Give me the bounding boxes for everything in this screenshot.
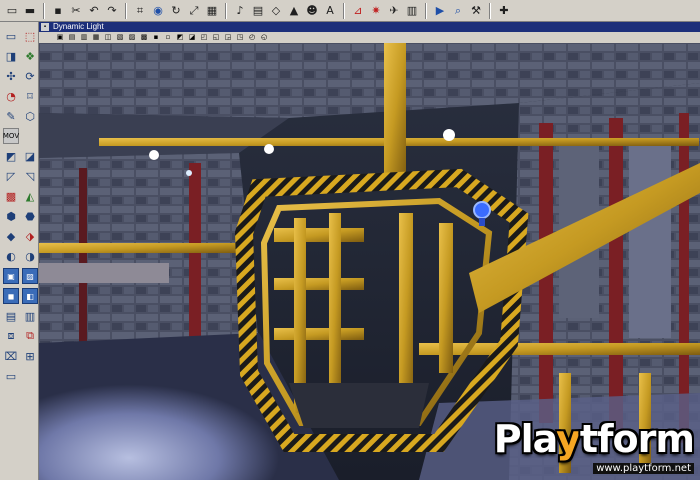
watermark-logo: Playtform (493, 417, 695, 461)
viewport-option-icon-8[interactable]: ▩ (139, 33, 149, 42)
viewport-option-icon-11[interactable]: ◩ (175, 33, 185, 42)
viewport-option-icon-15[interactable]: ◲ (223, 33, 233, 42)
text-icon[interactable]: A (322, 3, 338, 19)
play-level-icon[interactable]: ▶ (432, 3, 448, 19)
texture-pan-icon[interactable]: ❖ (22, 48, 38, 64)
search-icon[interactable]: ⌕ (450, 3, 466, 19)
show-selected-icon[interactable]: ▤ (3, 308, 19, 324)
tool-sidebar: ▭ ⬚ ◨ ❖ ✣ ⟳ ◔ ⌑ ✎ ⬡ MOV ◩ ◪ ◸ ◹ ▩ ◭ ⬢ ⬣ ◆ ⬗ ◐ ◑ ▣ ▨ ◼ ◧ ▤ ▥ ⧈ ⧉ ⌧ ⊞ ▭ (0, 22, 39, 480)
toolbar-separator (489, 2, 491, 19)
new-icon[interactable]: ▭ (4, 3, 20, 19)
sheet-builder-icon[interactable]: ◸ (3, 168, 19, 184)
add-mover-icon[interactable]: ▨ (22, 268, 38, 284)
scale-icon[interactable]: ⤢ (186, 3, 202, 19)
spacer-icon (22, 128, 38, 144)
cone-builder-icon[interactable]: ▩ (3, 188, 19, 204)
stair-builder-icon[interactable]: ◪ (22, 148, 38, 164)
select-icon[interactable]: ▦ (204, 3, 220, 19)
toolbar-separator (343, 2, 345, 19)
terrain-icon[interactable]: ▲ (286, 3, 302, 19)
actor-icon[interactable]: ☻ (304, 3, 320, 19)
matinee-icon[interactable]: ⌑ (22, 88, 38, 104)
vertex-edit-icon[interactable]: ◨ (3, 48, 19, 64)
add-static-mesh-icon[interactable]: ◼ (3, 288, 19, 304)
mesh-icon[interactable]: ◇ (268, 3, 284, 19)
viewport-window-icon: ▪ (41, 23, 49, 31)
subtract-brush-icon[interactable]: ⬗ (22, 228, 38, 244)
viewport-option-icon-4[interactable]: ▦ (91, 33, 101, 42)
build-all-icon[interactable]: ▥ (404, 3, 420, 19)
cylinder-builder-icon[interactable]: ◹ (22, 168, 38, 184)
add-brush-icon[interactable]: ◆ (3, 228, 19, 244)
snap-icon[interactable]: ▭ (3, 368, 19, 384)
save-icon[interactable]: ▪ (50, 3, 66, 19)
viewport-option-icon-16[interactable]: ◳ (235, 33, 245, 42)
viewport-option-icon-14[interactable]: ◱ (211, 33, 221, 42)
viewport-option-icon-1[interactable]: ▣ (55, 33, 65, 42)
main-toolbar: ▭ ▬ ▪ ✂ ↶ ↷ ⌗ ◉ ↻ ⤢ ▦ ♪ ▤ ◇ ▲ ☻ A ⊿ ✷ ✈ ▥ ▶ ⌕ ⚒ ✚ (0, 0, 700, 22)
viewport-title: Dynamic Light (53, 22, 104, 31)
build-geometry-icon[interactable]: ⊿ (350, 3, 366, 19)
viewport-option-icon-5[interactable]: ◫ (103, 33, 113, 42)
cut-icon[interactable]: ✂ (68, 3, 84, 19)
intersect-icon[interactable]: ◐ (3, 248, 19, 264)
move-camera-icon[interactable]: ⬚ (22, 28, 38, 44)
viewport-toolbar: ▣ ▤ ▥ ▦ ◫ ▧ ▨ ▩ ▪ ▫ ◩ ◪ ◰ ◱ ◲ ◳ ◴ ◵ (39, 32, 700, 43)
scene-render (39, 43, 700, 480)
viewport-option-icon-12[interactable]: ◪ (187, 33, 197, 42)
viewport-option-icon-9[interactable]: ▪ (151, 33, 161, 42)
viewport-option-icon-3[interactable]: ▥ (79, 33, 89, 42)
curved-stair-icon[interactable]: ⬢ (3, 208, 19, 224)
undo-icon[interactable]: ↶ (86, 3, 102, 19)
viewport-option-icon-10[interactable]: ▫ (163, 33, 173, 42)
tools-icon[interactable]: ⚒ (468, 3, 484, 19)
viewport-option-icon-6[interactable]: ▧ (115, 33, 125, 42)
volumetric-icon[interactable]: ⬣ (22, 208, 38, 224)
build-lighting-icon[interactable]: ✷ (368, 3, 384, 19)
cube-builder-icon[interactable]: ◩ (3, 148, 19, 164)
build-paths-icon[interactable]: ✈ (386, 3, 402, 19)
redo-icon[interactable]: ↷ (104, 3, 120, 19)
paint-icon[interactable]: ✎ (3, 108, 19, 124)
zoom-icon[interactable]: ⊞ (22, 348, 38, 364)
texture-icon[interactable]: ▤ (250, 3, 266, 19)
mover-icon[interactable]: MOV (3, 128, 19, 144)
viewport-option-icon-2[interactable]: ▤ (67, 33, 77, 42)
viewport-option-icon-13[interactable]: ◰ (199, 33, 209, 42)
music-icon[interactable]: ♪ (232, 3, 248, 19)
tool-grid: ▭ ⬚ ◨ ❖ ✣ ⟳ ◔ ⌑ ✎ ⬡ MOV ◩ ◪ ◸ ◹ ▩ ◭ ⬢ ⬣ ◆ ⬗ ◐ ◑ ▣ ▨ ◼ ◧ ▤ ▥ ⧈ ⧉ ⌧ ⊞ ▭ (0, 22, 38, 384)
grid-icon[interactable]: ⌗ (132, 3, 148, 19)
toolbar-separator (425, 2, 427, 19)
viewport-window[interactable]: ▪ Dynamic Light ▣ ▤ ▥ ▦ ◫ ▧ ▨ ▩ ▪ ▫ ◩ ◪ ◰ ◱ ◲ ◳ ◴ ◵ (39, 22, 700, 480)
polygon-icon[interactable]: ⬡ (22, 108, 38, 124)
terrain-edit-icon[interactable]: ◔ (3, 88, 19, 104)
invert-select-icon[interactable]: ⧉ (22, 328, 38, 344)
face-drag-icon[interactable]: ⟳ (22, 68, 38, 84)
watermark-url: www.playtform.net (593, 463, 694, 474)
spacer-icon-2 (22, 368, 38, 384)
toolbar-separator (225, 2, 227, 19)
camera-icon[interactable]: ◉ (150, 3, 166, 19)
viewport-option-icon-18[interactable]: ◵ (259, 33, 269, 42)
toolbar-separator (43, 2, 45, 19)
sphere-builder-icon[interactable]: ◭ (22, 188, 38, 204)
add-volume-icon[interactable]: ◧ (22, 288, 38, 304)
add-special-icon[interactable]: ▣ (3, 268, 19, 284)
toolbar-separator (125, 2, 127, 19)
show-all-icon[interactable]: ⌧ (3, 348, 19, 364)
deintersect-icon[interactable]: ◑ (22, 248, 38, 264)
3d-scene-view[interactable]: Playtform www.playtform.net (39, 43, 700, 480)
rotate-icon[interactable]: ↻ (168, 3, 184, 19)
open-icon[interactable]: ▬ (22, 3, 38, 19)
viewport-option-icon-17[interactable]: ◴ (247, 33, 257, 42)
brush-clip-icon[interactable]: ✣ (3, 68, 19, 84)
viewport-option-icon-7[interactable]: ▨ (127, 33, 137, 42)
site-watermark: Playtform www.playtform.net (493, 417, 695, 476)
help-icon[interactable]: ✚ (496, 3, 512, 19)
hide-selected-icon[interactable]: ▥ (22, 308, 38, 324)
viewport-title-bar: ▪ Dynamic Light (39, 22, 700, 32)
camera-mode-icon[interactable]: ▭ (3, 28, 19, 44)
select-all-icon[interactable]: ⧈ (3, 328, 19, 344)
